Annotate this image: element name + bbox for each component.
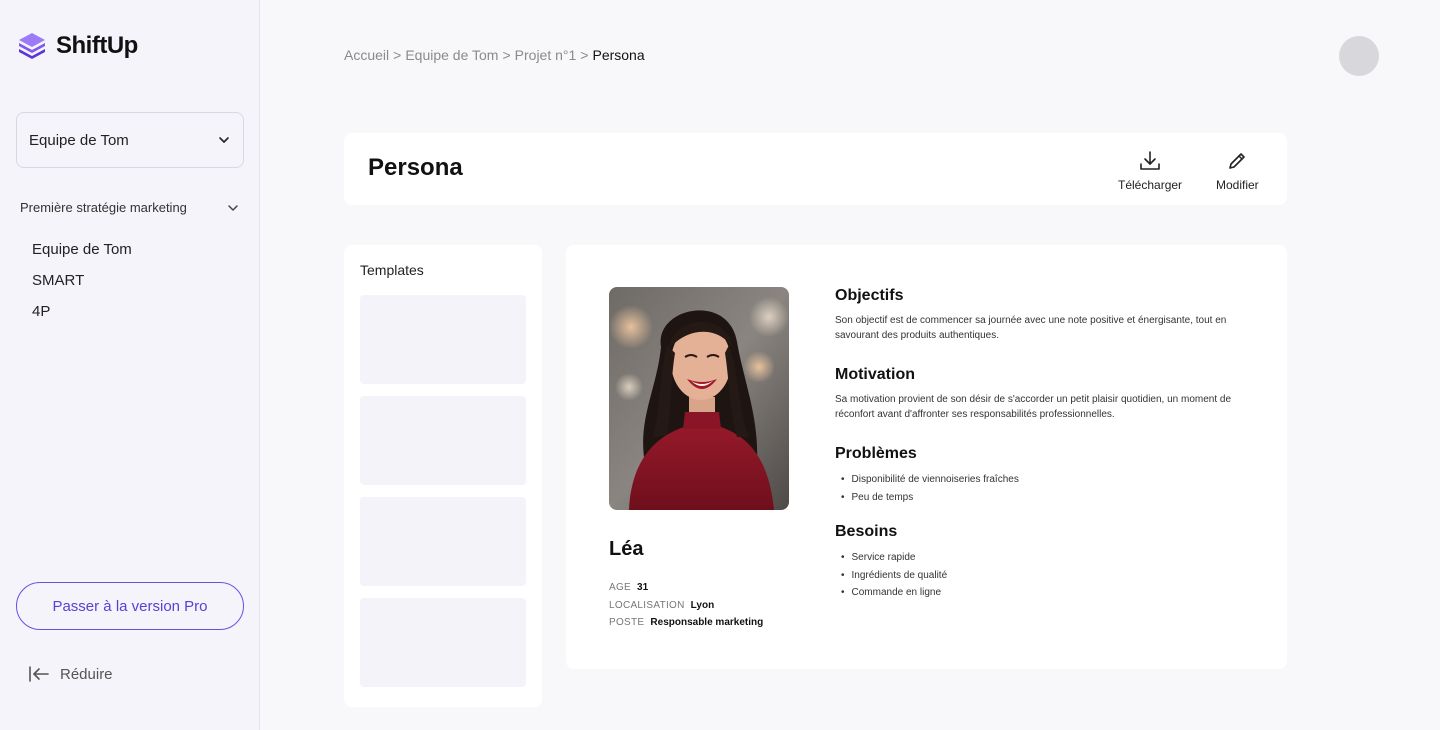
templates-title: Templates <box>360 262 424 278</box>
persona-facts: AGE 31 LOCALISATION Lyon POSTE Responsab… <box>609 579 763 632</box>
template-thumbnail[interactable] <box>360 396 526 485</box>
sidebar-item-4p[interactable]: 4P <box>32 302 132 333</box>
strategy-subnav: Equipe de Tom SMART 4P <box>32 240 132 333</box>
collapse-left-icon <box>29 666 49 682</box>
breadcrumb: Accueil > Equipe de Tom > Projet n°1 > P… <box>344 47 645 63</box>
team-select[interactable]: Equipe de Tom <box>16 112 244 168</box>
persona-photo <box>609 287 789 510</box>
breadcrumb-projet[interactable]: Projet n°1 <box>515 47 577 63</box>
list-item: Disponibilité de viennoiseries fraîches <box>835 471 1265 489</box>
breadcrumb-separator: > <box>502 47 511 63</box>
persona-portrait-image <box>609 287 789 510</box>
logo[interactable]: ShiftUp <box>16 30 138 62</box>
sidebar-item-smart[interactable]: SMART <box>32 271 132 302</box>
page-header-card: Persona Télécharger Modifier <box>344 133 1287 205</box>
fact-value: Responsable marketing <box>650 617 764 629</box>
strategy-toggle[interactable]: Première stratégie marketing <box>20 200 240 215</box>
section-motivation: Motivation Sa motivation provient de son… <box>835 366 1265 445</box>
sidebar-item-equipe-de-tom[interactable]: Equipe de Tom <box>32 240 132 271</box>
breadcrumb-separator: > <box>580 47 589 63</box>
section-problemes: Problèmes Disponibilité de viennoiseries… <box>835 445 1265 523</box>
template-thumbnail[interactable] <box>360 598 526 687</box>
section-text: Sa motivation provient de son désir de s… <box>835 394 1232 420</box>
list-item: Service rapide <box>835 549 1265 567</box>
download-button[interactable]: Télécharger <box>1118 150 1182 192</box>
pencil-icon <box>1229 153 1246 169</box>
strategy-label: Première stratégie marketing <box>20 200 187 215</box>
fact-key: AGE <box>609 582 632 594</box>
edit-label: Modifier <box>1216 178 1259 192</box>
fact-value: 31 <box>637 582 649 594</box>
persona-name: Léa <box>609 538 644 560</box>
breadcrumb-equipe[interactable]: Equipe de Tom <box>405 47 498 63</box>
edit-button[interactable]: Modifier <box>1216 150 1259 192</box>
templates-panel: Templates <box>344 245 542 707</box>
collapse-label: Réduire <box>60 665 113 683</box>
collapse-sidebar-button[interactable]: Réduire <box>28 664 113 684</box>
fact-value: Lyon <box>690 599 715 611</box>
section-title: Besoins <box>835 523 898 540</box>
section-title: Problèmes <box>835 445 917 462</box>
download-label: Télécharger <box>1118 178 1183 192</box>
template-thumbnail[interactable] <box>360 497 526 586</box>
section-text: Son objectif est de commencer sa journée… <box>835 315 1227 341</box>
list-item: Ingrédients de qualité <box>835 567 1265 585</box>
list-item: Commande en ligne <box>835 584 1265 602</box>
chevron-down-icon <box>228 204 238 211</box>
fact-key: LOCALISATION <box>609 599 685 611</box>
avatar[interactable] <box>1339 36 1379 76</box>
team-select-value: Equipe de Tom <box>29 131 129 149</box>
section-besoins: Besoins Service rapide Ingrédients de qu… <box>835 523 1265 602</box>
app-name: ShiftUp <box>56 32 138 59</box>
chevron-down-icon <box>219 137 229 143</box>
persona-fact-age: AGE 31 <box>609 579 763 597</box>
persona-fact-job: POSTE Responsable marketing <box>609 614 763 632</box>
breadcrumb-accueil[interactable]: Accueil <box>344 47 389 63</box>
problems-list: Disponibilité de viennoiseries fraîches … <box>835 471 1265 506</box>
persona-card: Léa AGE 31 LOCALISATION Lyon POSTE Respo… <box>566 245 1287 669</box>
section-title: Motivation <box>835 366 915 383</box>
breadcrumb-current: Persona <box>592 47 645 63</box>
fact-key: POSTE <box>609 617 645 629</box>
upgrade-pro-button[interactable]: Passer à la version Pro <box>16 582 244 630</box>
breadcrumb-separator: > <box>393 47 402 63</box>
template-thumbnail[interactable] <box>360 295 526 384</box>
sidebar: ShiftUp Equipe de Tom Première stratégie… <box>0 0 260 730</box>
persona-fact-location: LOCALISATION Lyon <box>609 597 763 615</box>
shiftup-logo-icon <box>19 33 45 59</box>
list-item: Peu de temps <box>835 489 1265 507</box>
persona-sections: Objectifs Son objectif est de commencer … <box>835 287 1265 602</box>
needs-list: Service rapide Ingrédients de qualité Co… <box>835 549 1265 602</box>
download-icon <box>1140 151 1160 170</box>
section-objectifs: Objectifs Son objectif est de commencer … <box>835 287 1265 366</box>
page-title: Persona <box>368 154 463 181</box>
section-title: Objectifs <box>835 287 904 304</box>
